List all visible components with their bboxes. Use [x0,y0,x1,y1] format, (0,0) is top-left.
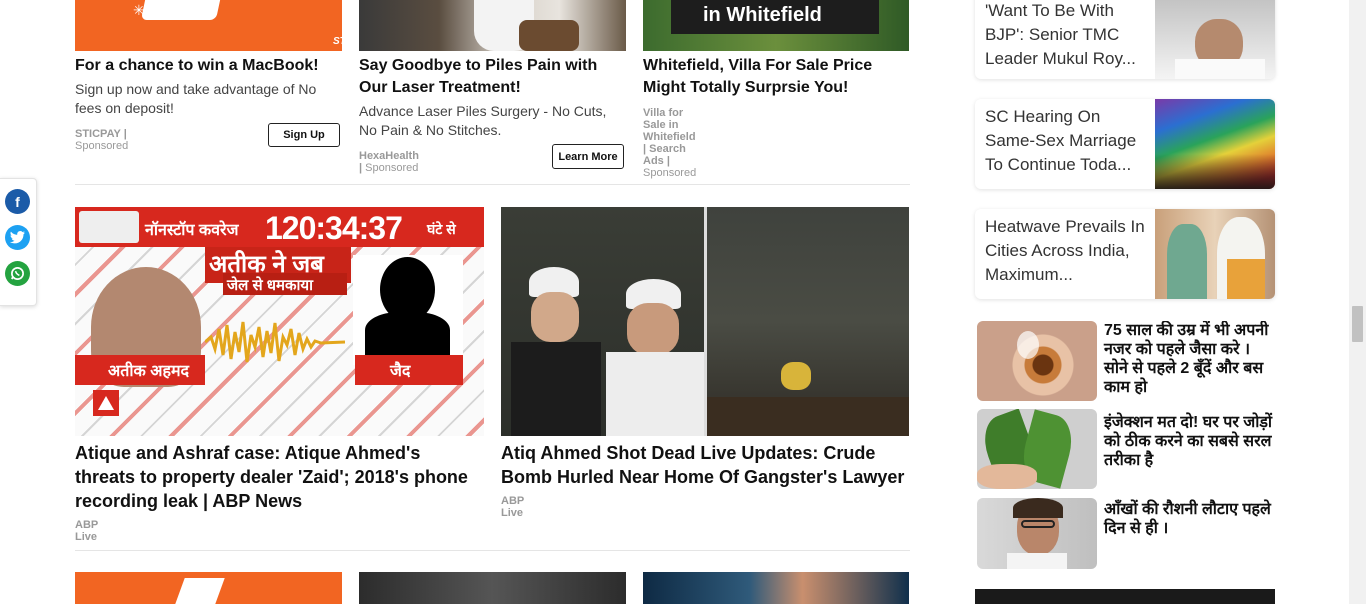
whatsapp-share-icon[interactable] [5,261,30,286]
card-graphic [140,0,221,20]
hair [1013,498,1063,518]
sidebar-news-title[interactable]: Heatwave Prevails In Cities Across India… [985,215,1145,287]
name-label-right: जैद [390,363,411,380]
water-drop [1017,331,1039,359]
card-graphic [175,578,225,604]
news-source: ABP Live [501,495,525,519]
sidebar-ad-title[interactable]: 75 साल की उम्र में भी अपनी नजर को पहले ज… [1104,321,1274,397]
sidebar-ad-title[interactable]: आँखों की रौशनी लौटाए पहले दिन से ही । [1104,500,1274,538]
face-1 [531,292,579,342]
scrollbar-thumb[interactable] [1352,306,1363,342]
silhouette-body [365,312,450,357]
learn-more-button[interactable]: Learn More [552,144,624,169]
chair-graphic [519,20,579,51]
sidebar-ad-eyesight[interactable]: आँखों की रौशनी लौटाए पहले दिन से ही । [977,498,1275,569]
glasses [1021,520,1055,528]
source-name: HexaHealth [359,150,419,162]
brand-logo: STICPAY [333,36,342,47]
audio-waveform [204,317,346,367]
ad-title[interactable]: Say Goodbye to Piles Pain with Our Laser… [359,55,624,99]
sidebar-ad-title[interactable]: इंजेक्शन मत दो! घर पर जोड़ों को ठीक करने… [1104,413,1274,470]
figure-2-dress [1227,259,1265,299]
page-scrollbar[interactable] [1349,0,1366,604]
shirt [1175,59,1265,79]
ad-title[interactable]: Whitefield, Villa For Sale Price Might T… [643,55,908,99]
ad-description: Sign up now and take advantage of No fee… [75,81,317,116]
news-source: ABP Live [75,519,99,543]
divider [75,184,910,185]
ad-thumbnail-partial[interactable] [643,572,909,604]
sidebar-ad-image[interactable] [977,321,1097,401]
news-thumbnail[interactable]: नॉनस्टॉप कवरेज 120:34:37 घंटे से अतीक ने… [75,207,484,436]
sponsored-label: Sponsored [643,167,697,179]
ad-thumbnail-partial[interactable] [359,572,626,604]
page: f ✳ STICPAY For a chance to win a MacBoo… [0,0,1366,604]
abp-logo [93,390,119,416]
ad-source: STICPAY | Sponsored [75,128,129,152]
figure-yellow [781,362,811,390]
shirt [1007,553,1067,569]
sidebar-news-image[interactable] [1155,99,1275,189]
ad-thumbnail[interactable]: in Whitefield [643,0,909,51]
sidebar-news-image[interactable] [1155,209,1275,299]
ground [707,397,909,436]
sponsored-label: Sponsored [365,162,419,174]
sparkle-icon: ✳ [133,2,145,18]
ad-title[interactable]: For a chance to win a MacBook! [75,55,345,77]
sidebar-ad-joint-cure[interactable]: इंजेक्शन मत दो! घर पर जोड़ों को ठीक करने… [977,409,1275,489]
thumb-headline-2: जेल से धमकाया [227,277,313,294]
mini-portraits [79,211,139,243]
name-label-left: अतीक अहमद [108,363,190,380]
figure-1 [1167,224,1207,299]
source-name: STICPAY [75,128,121,140]
hand [977,464,1037,489]
timer-suffix: घंटे से [427,221,456,237]
sidebar-ad-image[interactable] [977,498,1097,569]
sign-up-button[interactable]: Sign Up [268,123,340,147]
facebook-share-icon[interactable]: f [5,189,30,214]
ad-thumbnail[interactable]: ✳ STICPAY [75,0,342,51]
sidebar-news-sc-hearing[interactable]: SC Hearing On Same-Sex Marriage To Conti… [975,99,1275,189]
crowd-silhouette [1155,154,1275,189]
sidebar-news-heatwave[interactable]: Heatwave Prevails In Cities Across India… [975,209,1275,299]
news-title[interactable]: Atique and Ashraf case: Atique Ahmed's t… [75,441,484,513]
ad-description: Advance Laser Piles Surgery - No Cuts, N… [359,103,607,138]
sidebar-news-mukul-roy[interactable]: 'Want To Be With BJP': Senior TMC Leader… [975,0,1275,79]
ad-source: Villa for Sale in Whitefield | Search Ad… [643,107,697,179]
body-2 [606,352,706,436]
news-thumbnail[interactable] [501,207,909,436]
sidebar-ad-image[interactable] [977,409,1097,489]
sidebar-ad-eye-drops[interactable]: 75 साल की उम्र में भी अपनी नजर को पहले ज… [977,321,1275,401]
sponsored-label: Sponsored [75,140,129,152]
share-bar: f [0,178,37,306]
sidebar-dark-block [975,589,1275,604]
overlay-text: in Whitefield [703,4,822,26]
ad-thumbnail[interactable] [359,0,626,51]
news-title[interactable]: Atiq Ahmed Shot Dead Live Updates: Crude… [501,441,909,489]
ad-thumbnail-partial[interactable] [75,572,342,604]
body-1 [511,342,601,436]
banner-text: नॉनस्टॉप कवरेज [145,222,239,239]
twitter-share-icon[interactable] [5,225,30,250]
sidebar-news-title[interactable]: 'Want To Be With BJP': Senior TMC Leader… [985,0,1145,71]
coverage-timer: 120:34:37 [265,210,403,246]
source-name: Villa for Sale in Whitefield | Search Ad… [643,107,696,167]
face-2 [627,303,679,355]
ad-source: HexaHealth | Sponsored [359,150,419,174]
sidebar-news-title[interactable]: SC Hearing On Same-Sex Marriage To Conti… [985,105,1145,177]
sidebar-news-image[interactable] [1155,0,1275,79]
divider [75,550,910,551]
